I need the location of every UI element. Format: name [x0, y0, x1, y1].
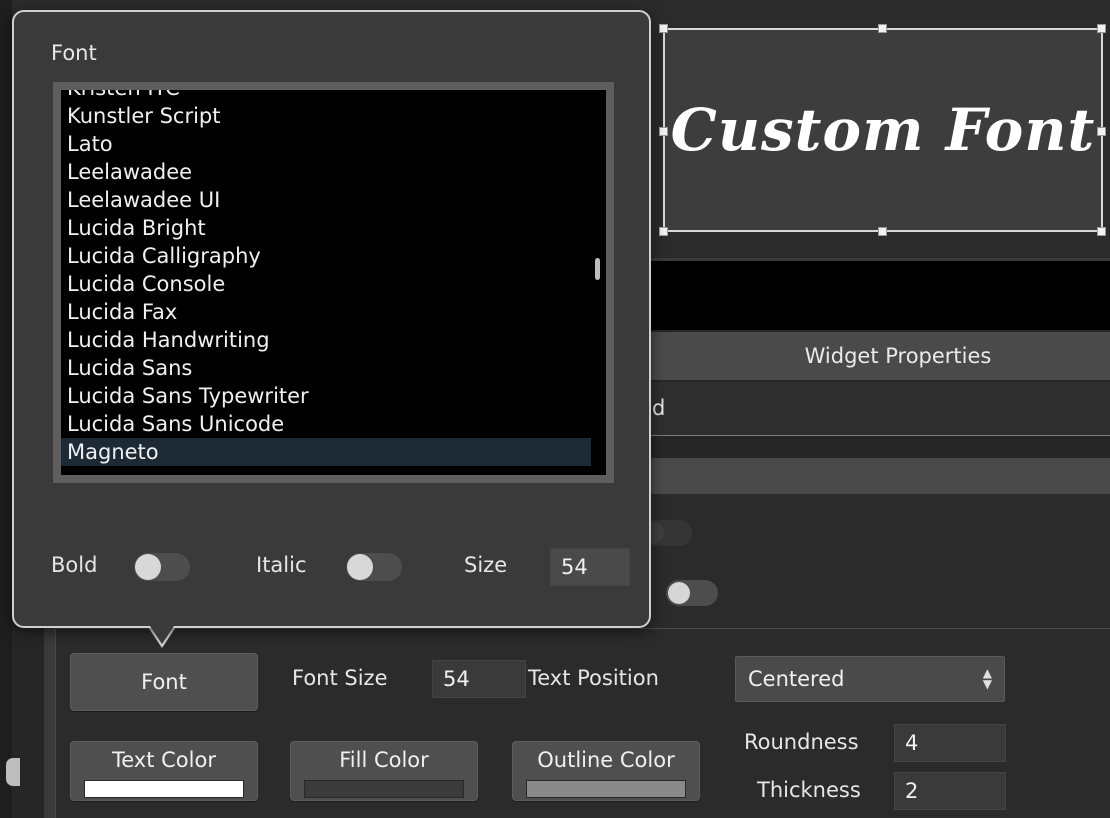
font-list-item-selected[interactable]: Magneto [61, 438, 591, 466]
left-edge [0, 0, 12, 818]
text-color-swatch [84, 780, 244, 798]
font-list-item[interactable]: Leelawadee [61, 158, 591, 186]
resize-handle-bottom[interactable] [878, 227, 887, 236]
text-position-select[interactable]: Centered ▲ ▼ [735, 656, 1005, 702]
toggle-knob [347, 554, 373, 580]
roundness-field[interactable]: 4 [894, 724, 1006, 762]
font-size-label: Font Size [292, 666, 388, 690]
font-popover-title: Font [51, 41, 97, 65]
bold-label: Bold [51, 553, 98, 577]
fill-color-button[interactable]: Fill Color [290, 741, 478, 801]
resize-handle-bottom-left[interactable] [659, 227, 668, 236]
font-list-item[interactable]: Lucida Calligraphy [61, 242, 591, 270]
left-scroll-rail [44, 600, 56, 818]
italic-label: Italic [256, 553, 307, 577]
resize-handle-left[interactable] [659, 127, 668, 136]
select-arrows-icon: ▲ ▼ [982, 666, 992, 691]
font-list-item[interactable]: Lucida Fax [61, 298, 591, 326]
outline-color-label: Outline Color [537, 748, 675, 772]
properties-row [630, 382, 1110, 436]
properties-toggle-2[interactable] [666, 580, 718, 606]
font-list-item[interactable]: Leelawadee UI [61, 186, 591, 214]
font-list[interactable]: Kristen ITC Kunstler Script Lato Leelawa… [53, 82, 614, 483]
italic-toggle[interactable] [346, 553, 402, 581]
fill-color-swatch [304, 780, 464, 798]
font-button[interactable]: Font [70, 653, 258, 711]
text-position-value: Centered [748, 667, 845, 691]
resize-handle-top-right[interactable] [1097, 24, 1106, 33]
widget-properties-header: Widget Properties [630, 332, 1110, 380]
toggle-knob [135, 554, 161, 580]
text-position-label: Text Position [528, 666, 659, 690]
properties-rows [630, 494, 1110, 628]
bold-toggle[interactable] [134, 553, 190, 581]
resize-handle-right[interactable] [1097, 127, 1106, 136]
font-button-label: Font [141, 670, 187, 694]
font-list-item[interactable]: Kristen ITC [61, 90, 591, 102]
roundness-label: Roundness [744, 730, 859, 754]
widget-properties-title: Widget Properties [804, 344, 992, 368]
font-list-item[interactable]: Lucida Handwriting [61, 326, 591, 354]
outline-color-button[interactable]: Outline Color [512, 741, 700, 801]
resize-handle-top-left[interactable] [659, 24, 668, 33]
left-scroll-handle[interactable] [6, 758, 20, 786]
outline-color-swatch [526, 780, 686, 798]
font-list-item[interactable]: Lucida Sans [61, 354, 591, 382]
resize-handle-bottom-right[interactable] [1097, 227, 1106, 236]
properties-section-bar [630, 458, 1110, 494]
font-size-field[interactable]: 54 [432, 660, 526, 698]
font-list-scrollbar-thumb[interactable] [595, 258, 600, 280]
font-list-item[interactable]: Kunstler Script [61, 102, 591, 130]
popover-size-field[interactable]: 54 [550, 548, 630, 586]
font-list-item[interactable]: Lucida Sans Unicode [61, 410, 591, 438]
custom-font-widget[interactable]: Custom Font [663, 28, 1103, 232]
text-color-button[interactable]: Text Color [70, 741, 258, 801]
font-list-item[interactable]: Lucida Console [61, 270, 591, 298]
size-label: Size [464, 553, 508, 577]
thickness-field[interactable]: 2 [894, 772, 1006, 810]
thickness-label: Thickness [757, 778, 861, 802]
text-color-label: Text Color [112, 748, 216, 772]
properties-row-text: d [652, 396, 666, 420]
resize-handle-top[interactable] [878, 24, 887, 33]
fill-color-label: Fill Color [339, 748, 429, 772]
font-list-item[interactable]: Lucida Bright [61, 214, 591, 242]
popover-arrow-fill [148, 623, 176, 644]
canvas-lower-strip [630, 258, 1110, 330]
font-list-item[interactable]: Lato [61, 130, 591, 158]
widget-preview-text: Custom Font [670, 96, 1096, 164]
font-list-item[interactable]: Lucida Sans Typewriter [61, 382, 591, 410]
toggle-knob [668, 582, 690, 604]
